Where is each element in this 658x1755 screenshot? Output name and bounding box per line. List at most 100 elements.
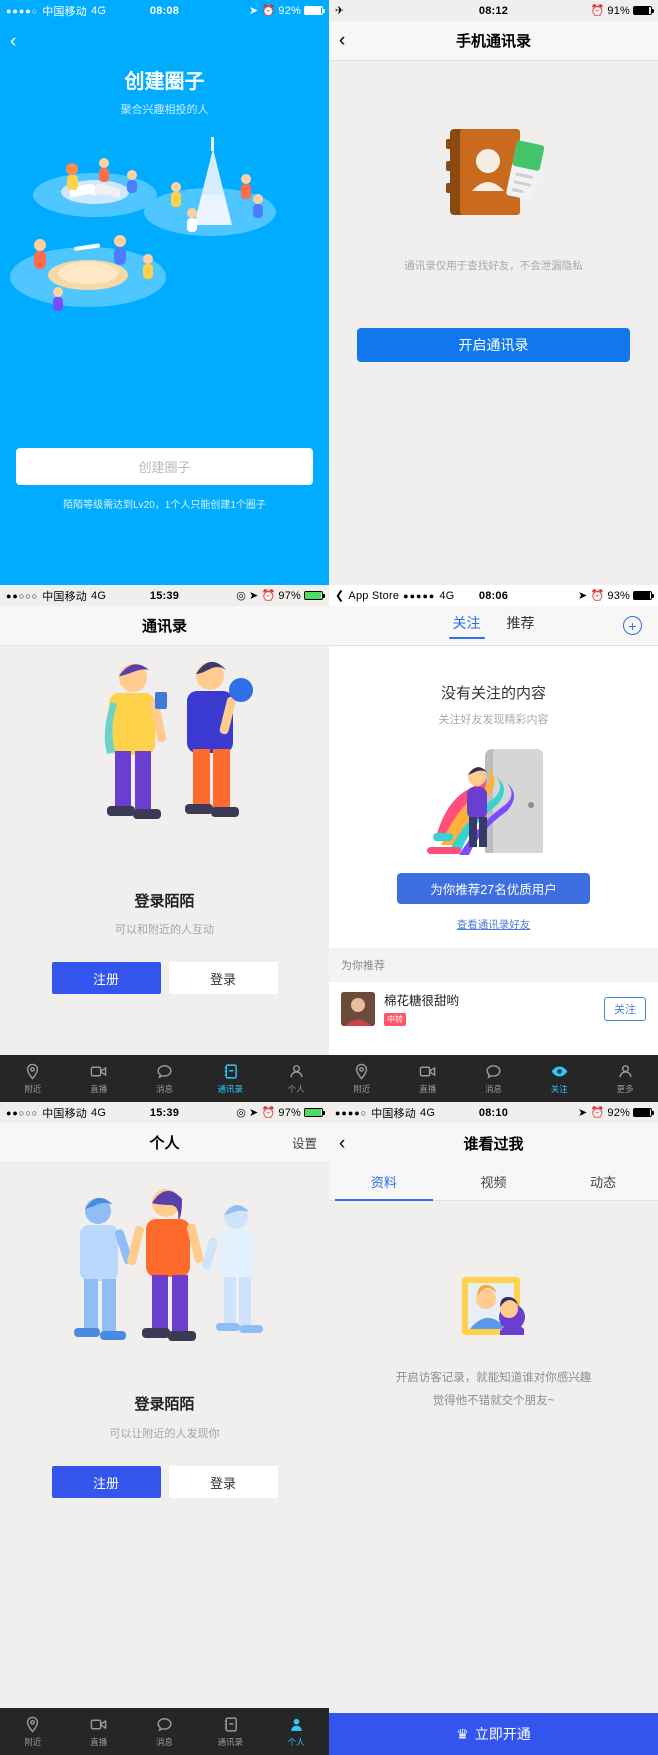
address-book-illustration xyxy=(434,117,554,232)
visitor-tip-line1: 开启访客记录，就能知道谁对你感兴趣 xyxy=(395,1372,592,1384)
tab-recommend[interactable]: 推荐 xyxy=(507,613,535,638)
video-camera-icon xyxy=(90,1066,107,1076)
status-bar: ●●○○○ 中国移动 4G 15:39 ◎ ➤ ⏰ 97% xyxy=(0,585,329,606)
signal-dots: ●●●●● xyxy=(403,590,436,601)
page-title: 手机通讯录 xyxy=(455,33,531,50)
register-button[interactable]: 注册 xyxy=(51,962,161,994)
contacts-book-icon xyxy=(224,1716,237,1732)
login-subheading: 可以让附近的人发现你 xyxy=(109,1428,220,1440)
panel-following: ❮ App Store ●●●●● 4G 08:06 ➤ ⏰ 93% 关注 推荐… xyxy=(329,585,658,1102)
battery-percent: 93% xyxy=(607,589,630,602)
location-pin-icon xyxy=(27,1716,39,1733)
login-button[interactable]: 登录 xyxy=(168,1466,278,1498)
carrier-label: 中国移动 xyxy=(371,1107,416,1120)
recommend-users-button[interactable]: 为你推荐27名优质用户 xyxy=(397,873,590,904)
empty-title: 没有关注的内容 xyxy=(440,685,546,702)
tab-label: 直播 xyxy=(419,1083,437,1094)
status-bar: ●●●●○ 中国移动 4G 08:08 ➤ ⏰ 92% xyxy=(0,0,329,21)
status-bar: ●●●●○ 中国移动 4G 08:10 ➤ ⏰ 92% xyxy=(329,1102,658,1123)
alarm-icon: ⏰ xyxy=(590,1107,605,1119)
location-arrow-icon: ➤ xyxy=(249,1107,259,1119)
tab-live[interactable]: 直播 xyxy=(66,1063,132,1095)
tab-label: 更多 xyxy=(616,1083,634,1094)
tab-live[interactable]: 直播 xyxy=(66,1716,132,1748)
video-camera-icon xyxy=(419,1066,436,1076)
tab-messages[interactable]: 消息 xyxy=(132,1716,198,1748)
panel-who-viewed-me: ●●●●○ 中国移动 4G 08:10 ➤ ⏰ 92% ‹ 谁看过我 资料 视频… xyxy=(329,1102,658,1755)
register-button[interactable]: 注册 xyxy=(51,1466,161,1498)
tab-contacts[interactable]: 通讯录 xyxy=(197,1716,263,1748)
tab-profile[interactable]: 个人 xyxy=(263,1716,329,1748)
battery-icon xyxy=(633,6,654,15)
page-title: 谁看过我 xyxy=(463,1135,524,1153)
alarm-icon: ⏰ xyxy=(261,5,276,17)
airplane-icon: ✈ xyxy=(335,5,345,17)
tab-following[interactable]: 关注 xyxy=(453,613,481,638)
signal-dots: ●●●●○ xyxy=(6,5,39,16)
rotation-lock-icon: ◎ xyxy=(236,590,247,602)
tab-label: 通讯录 xyxy=(217,1736,244,1747)
battery-percent: 97% xyxy=(278,589,301,602)
follow-button[interactable]: 关注 xyxy=(604,996,646,1021)
open-vip-button[interactable]: ♛ 立即开通 xyxy=(329,1713,658,1755)
create-circle-input[interactable]: 创建圈子 xyxy=(16,448,313,485)
bottom-tab-bar: 附近 直播 消息 通讯录 个人 xyxy=(0,1055,329,1102)
crown-icon: ♛ xyxy=(456,1725,469,1742)
back-icon[interactable]: ‹ xyxy=(339,1134,345,1153)
tab-nearby[interactable]: 附近 xyxy=(329,1063,395,1095)
tab-following[interactable]: 关注 xyxy=(526,1063,592,1095)
app-store-back-icon[interactable]: ❮ xyxy=(335,589,344,602)
visitor-tip-line2: 觉得他不错就交个朋友~ xyxy=(432,1395,555,1407)
tab-nearby[interactable]: 附近 xyxy=(0,1063,66,1095)
tab-moments[interactable]: 动态 xyxy=(548,1163,658,1200)
rotation-lock-icon: ◎ xyxy=(236,1107,247,1119)
nav-bar: ‹ 手机通讯录 xyxy=(329,21,658,61)
login-heading: 登录陌陌 xyxy=(134,893,195,910)
tab-video[interactable]: 视频 xyxy=(439,1163,549,1200)
login-button[interactable]: 登录 xyxy=(168,962,278,994)
tab-live[interactable]: 直播 xyxy=(395,1063,461,1095)
add-icon[interactable]: + xyxy=(623,616,642,635)
three-people-illustration xyxy=(0,1163,329,1393)
location-pin-icon xyxy=(27,1063,39,1080)
tab-label: 消息 xyxy=(484,1083,502,1094)
tab-label: 个人 xyxy=(287,1736,305,1747)
view-contacts-friends-link[interactable]: 查看通讯录好友 xyxy=(329,917,658,932)
level-requirement-note: 陌陌等级需达到Lv20，1个人只能创建1个圈子 xyxy=(63,500,266,511)
tab-label: 通讯录 xyxy=(217,1083,244,1094)
network-label: 4G xyxy=(439,589,455,602)
tab-messages[interactable]: 消息 xyxy=(132,1063,198,1095)
visitor-illustration xyxy=(446,1271,542,1362)
battery-icon xyxy=(304,6,325,15)
open-vip-label: 立即开通 xyxy=(474,1726,531,1742)
back-icon[interactable]: ‹ xyxy=(10,32,16,51)
tab-profile-info[interactable]: 资料 xyxy=(329,1163,439,1200)
tab-label: 附近 xyxy=(24,1736,42,1747)
segment-tabs: 资料 视频 动态 xyxy=(329,1163,658,1201)
settings-button[interactable]: 设置 xyxy=(292,1133,317,1152)
nav-bar: 个人 设置 xyxy=(0,1123,329,1163)
nav-bar: ‹ 谁看过我 xyxy=(329,1123,658,1163)
enable-contacts-button[interactable]: 开启通讯录 xyxy=(357,328,630,362)
avatar xyxy=(341,991,375,1026)
network-label: 4G xyxy=(91,589,107,602)
empty-subtitle: 关注好友发现精彩内容 xyxy=(438,714,549,726)
alarm-icon: ⏰ xyxy=(590,5,605,17)
location-arrow-icon: ➤ xyxy=(578,590,588,602)
video-camera-icon xyxy=(90,1719,107,1729)
tab-profile[interactable]: 个人 xyxy=(263,1063,329,1095)
tab-label: 直播 xyxy=(90,1736,108,1747)
tab-nearby[interactable]: 附近 xyxy=(0,1716,66,1748)
panel-create-circle: ●●●●○ 中国移动 4G 08:08 ➤ ⏰ 92% ‹ 创建圈子 聚合兴趣相… xyxy=(0,0,329,585)
page-title: 通讯录 xyxy=(141,618,187,635)
list-item[interactable]: 棉花糖很甜哟 中转 关注 xyxy=(329,982,658,1035)
nav-bar: 通讯录 xyxy=(0,606,329,646)
network-label: 4G xyxy=(420,1106,436,1119)
tab-messages[interactable]: 消息 xyxy=(461,1063,527,1095)
contacts-body: 通讯录仅用于查找好友，不会泄漏隐私 开启通讯录 xyxy=(329,61,658,585)
network-label: 4G xyxy=(91,4,107,17)
tab-more[interactable]: 更多 xyxy=(592,1063,658,1095)
tab-contacts[interactable]: 通讯录 xyxy=(197,1063,263,1095)
person-icon xyxy=(619,1064,632,1077)
back-icon[interactable]: ‹ xyxy=(339,31,345,50)
